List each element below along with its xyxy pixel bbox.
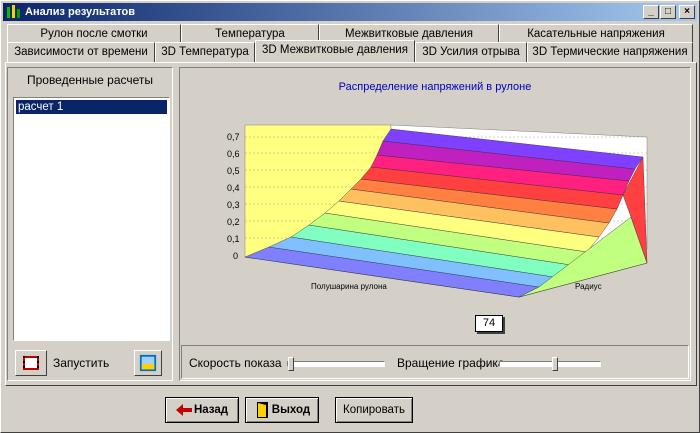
- value-readout: 74: [475, 315, 503, 332]
- copy-label: Копировать: [343, 404, 405, 416]
- tab-3d-separation-force[interactable]: 3D Усилия отрыва: [415, 42, 527, 62]
- z-tick: 0,5: [227, 166, 240, 176]
- tab-label: 3D Усилия отрыва: [422, 46, 520, 58]
- calculations-list[interactable]: расчет 1: [13, 97, 170, 341]
- tab-label: Касательные напряжения: [527, 28, 665, 40]
- surface-chart: 0 0,1 0,2 0,3 0,4 0,5 0,6 0,7 Полушарина…: [227, 124, 648, 298]
- z-tick: 0,1: [227, 234, 240, 244]
- picture-icon: [139, 354, 157, 372]
- list-item[interactable]: расчет 1: [16, 100, 167, 114]
- main-window: Анализ результатов _ □ × Рулон после смо…: [0, 0, 700, 433]
- tab-label: 3D Межвитковые давления: [262, 44, 408, 56]
- maximize-button[interactable]: □: [660, 5, 676, 19]
- z-tick: 0,6: [227, 149, 240, 159]
- tab-3d-thermal-stress[interactable]: 3D Термические напряжения: [527, 42, 693, 62]
- door-icon: [257, 402, 268, 418]
- tab-roll-after-winding[interactable]: Рулон после смотки: [7, 24, 181, 44]
- arrow-left-icon: [176, 404, 192, 416]
- z-tick: 0,2: [227, 217, 240, 227]
- picture-button[interactable]: [134, 350, 162, 376]
- speed-slider-thumb[interactable]: [288, 357, 294, 371]
- minimize-button[interactable]: _: [643, 5, 659, 19]
- rotation-label: Вращение графика: [397, 356, 505, 370]
- z-tick: 0,7: [227, 132, 240, 142]
- app-icon: [7, 5, 20, 18]
- y-axis-label: Радиус: [575, 282, 602, 291]
- exit-button[interactable]: Выход: [245, 397, 319, 423]
- tab-label: 3D Термические напряжения: [532, 46, 688, 58]
- tab-label: Межвитковые давления: [344, 28, 474, 40]
- tab-label: Рулон после смотки: [40, 28, 148, 40]
- back-button[interactable]: Назад: [165, 397, 239, 423]
- speed-slider[interactable]: [287, 361, 385, 367]
- x-axis-label: Полушарина рулона: [311, 282, 387, 291]
- speed-label: Скорость показа: [189, 356, 282, 370]
- window-title: Анализ результатов: [25, 6, 135, 18]
- z-tick: 0,3: [227, 200, 240, 210]
- film-icon: [23, 356, 39, 370]
- calculations-title: Проведенные расчеты: [26, 73, 154, 87]
- tab-3d-interturn-pressure[interactable]: 3D Межвитковые давления: [255, 40, 415, 62]
- title-bar: Анализ результатов: [3, 3, 697, 21]
- tab-3d-temperature[interactable]: 3D Температура: [155, 42, 255, 62]
- close-button[interactable]: ×: [679, 5, 695, 19]
- tab-label: 3D Температура: [161, 46, 249, 58]
- rotation-slider[interactable]: [499, 361, 601, 367]
- chart-title: Распределение напряжений в рулоне: [338, 81, 532, 93]
- z-axis: 0 0,1 0,2 0,3 0,4 0,5 0,6 0,7: [227, 132, 240, 261]
- run-label: Запустить: [53, 356, 110, 370]
- tab-time-dependencies[interactable]: Зависимости от времени: [7, 42, 155, 62]
- tab-tangential-stress[interactable]: Касательные напряжения: [499, 24, 693, 44]
- run-button[interactable]: [15, 350, 47, 376]
- z-tick: 0,4: [227, 183, 240, 193]
- z-tick: 0: [233, 251, 238, 261]
- copy-button[interactable]: Копировать: [335, 397, 413, 423]
- rotation-slider-thumb[interactable]: [552, 357, 558, 371]
- tab-label: Зависимости от времени: [14, 46, 148, 58]
- tab-label: Температура: [215, 28, 285, 40]
